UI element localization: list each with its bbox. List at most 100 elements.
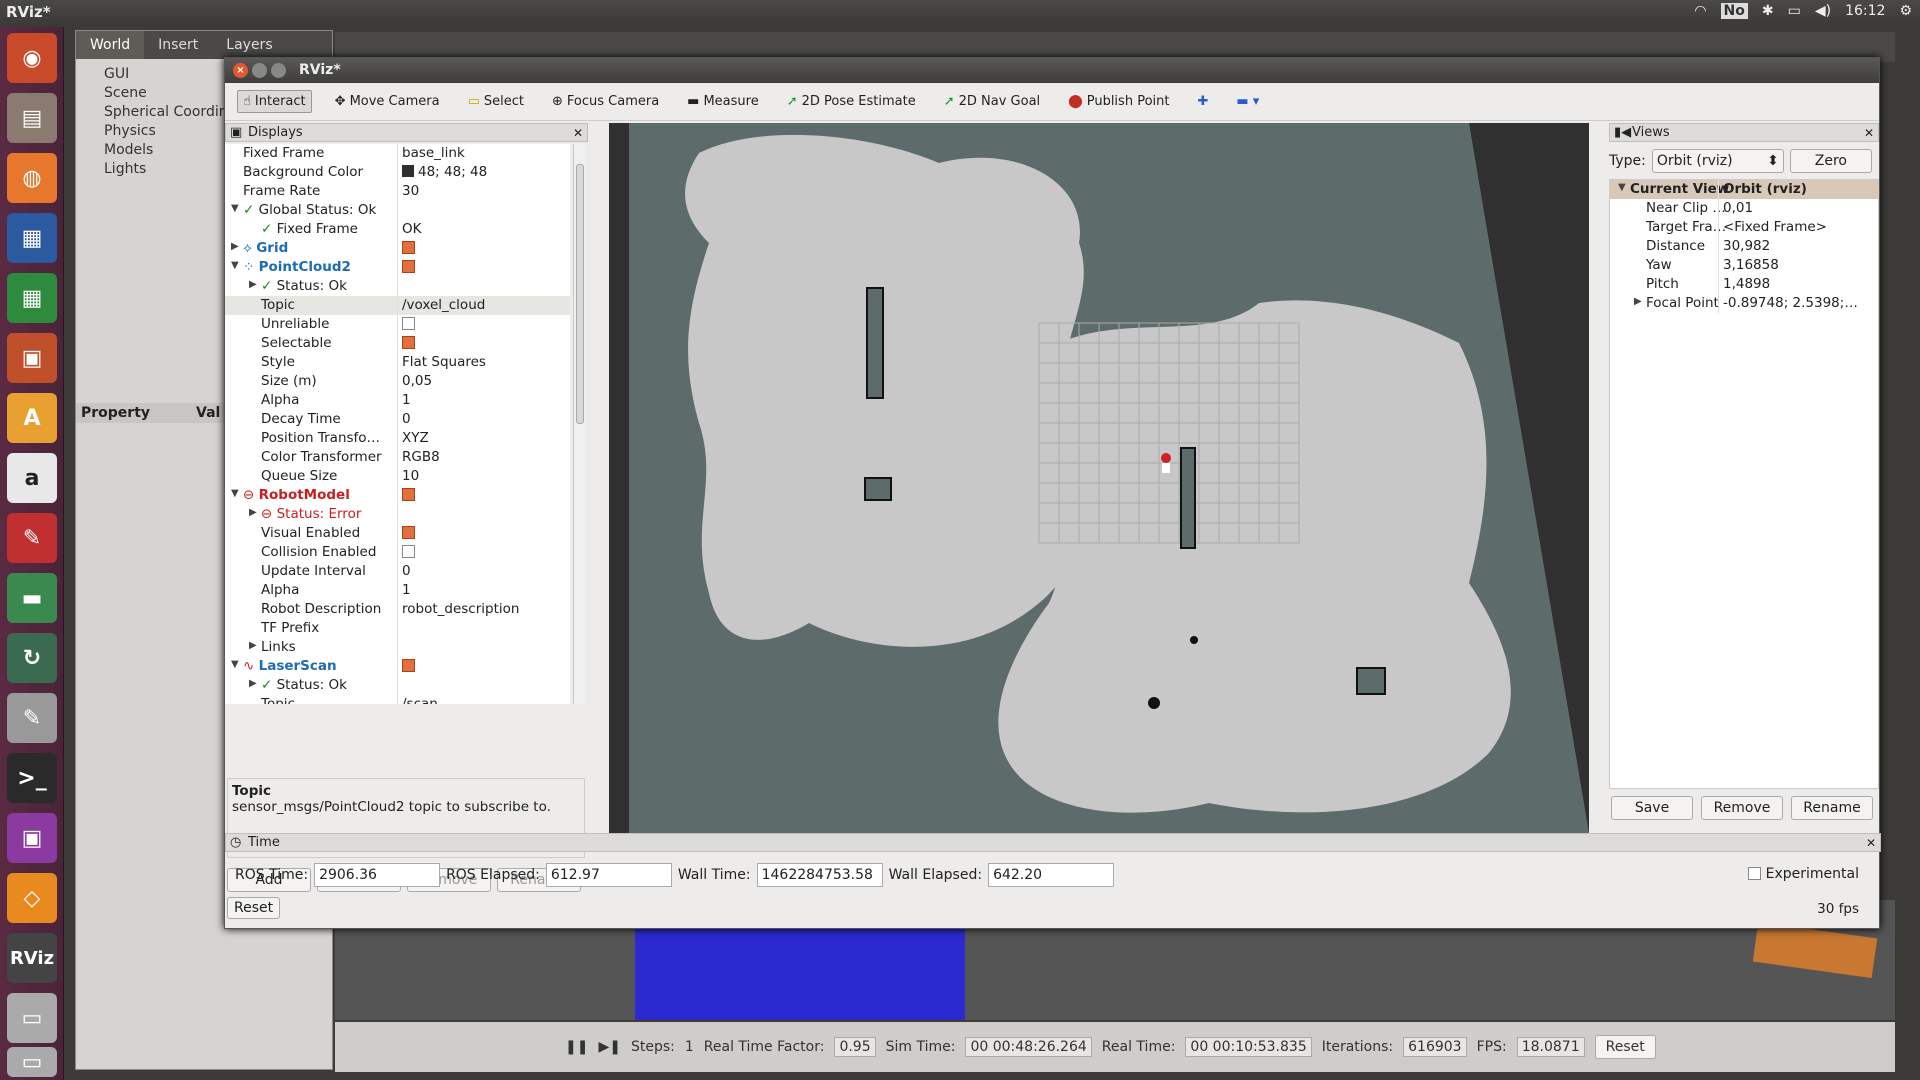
close-icon[interactable]: ✕ bbox=[1866, 836, 1876, 850]
checkbox[interactable] bbox=[402, 659, 415, 672]
checkbox[interactable] bbox=[402, 260, 415, 273]
view-row[interactable]: ▶ Focal Point -0.89748; 2.5398;… bbox=[1610, 294, 1878, 313]
maximize-icon[interactable] bbox=[271, 63, 286, 78]
display-row-value[interactable] bbox=[400, 525, 415, 541]
zero-button[interactable]: Zero bbox=[1789, 149, 1872, 173]
display-row[interactable]: Alpha 1 bbox=[225, 581, 570, 600]
display-row-value[interactable] bbox=[400, 487, 415, 503]
tab-world[interactable]: World bbox=[76, 31, 145, 59]
display-row[interactable]: ▼ ✓ Global Status: Ok bbox=[225, 201, 570, 220]
checkbox[interactable] bbox=[402, 526, 415, 539]
display-row-value[interactable]: 0 bbox=[400, 411, 411, 427]
move-camera-tool[interactable]: ✥ Move Camera bbox=[330, 91, 445, 112]
tab-insert[interactable]: Insert bbox=[144, 31, 212, 59]
view-row-value[interactable]: 1,4898 bbox=[1721, 276, 1770, 292]
updater-icon[interactable]: ↻ bbox=[7, 633, 57, 683]
remove-tool-icon[interactable]: ▬ ▾ bbox=[1231, 91, 1264, 112]
display-row-value[interactable]: XYZ bbox=[400, 430, 429, 446]
display-row[interactable]: Update Interval 0 bbox=[225, 562, 570, 581]
checkbox[interactable] bbox=[402, 545, 415, 558]
experimental-toggle[interactable]: Experimental bbox=[1748, 866, 1859, 882]
view-row-value[interactable]: -0.89748; 2.5398;… bbox=[1721, 295, 1858, 311]
display-row[interactable]: Frame Rate 30 bbox=[225, 182, 570, 201]
network-icon[interactable]: ▣ bbox=[7, 813, 57, 863]
gear-icon[interactable]: ⚙ bbox=[1899, 3, 1912, 19]
display-row-value[interactable] bbox=[400, 335, 415, 351]
view-row[interactable]: Yaw 3,16858 bbox=[1610, 256, 1878, 275]
view-row-value[interactable]: 3,16858 bbox=[1721, 257, 1779, 273]
display-row[interactable]: ▼ ⊖ RobotModel bbox=[225, 486, 570, 505]
rviz-icon[interactable]: RViz bbox=[7, 933, 57, 983]
display-row-value[interactable] bbox=[400, 658, 415, 674]
view-row[interactable]: Pitch 1,4898 bbox=[1610, 275, 1878, 294]
display-row-value[interactable] bbox=[400, 240, 415, 256]
display-row[interactable]: Color Transformer RGB8 bbox=[225, 448, 570, 467]
select-tool[interactable]: ▭ Select bbox=[463, 91, 529, 112]
ros-elapsed-field[interactable]: 612.97 bbox=[545, 863, 672, 887]
checkbox[interactable] bbox=[402, 336, 415, 349]
focus-camera-tool[interactable]: ⊕ Focus Camera bbox=[547, 91, 664, 112]
display-row-value[interactable]: /voxel_cloud bbox=[400, 297, 485, 313]
view-type-select[interactable]: Orbit (rviz) ⬍ bbox=[1651, 149, 1784, 173]
minimize-icon[interactable] bbox=[252, 63, 267, 78]
close-icon[interactable]: × bbox=[233, 63, 248, 78]
collapsed-arrow-icon[interactable]: ▶ bbox=[249, 678, 257, 689]
save-view-button[interactable]: Save bbox=[1611, 796, 1693, 820]
clock[interactable]: 16:12 bbox=[1845, 3, 1885, 19]
battery-icon[interactable]: ▭ bbox=[1788, 3, 1801, 19]
display-row-value[interactable]: 1 bbox=[400, 582, 411, 598]
view-row[interactable]: Target Fra… <Fixed Frame> bbox=[1610, 218, 1878, 237]
wall-time-field[interactable]: 1462284753.58 bbox=[756, 863, 883, 887]
display-row-value[interactable] bbox=[400, 259, 415, 275]
volume-icon[interactable]: ◀) bbox=[1815, 3, 1831, 19]
rename-view-button[interactable]: Rename bbox=[1791, 796, 1873, 820]
display-row[interactable]: ✓ Fixed Frame OK bbox=[225, 220, 570, 239]
display-row[interactable]: Position Transfo… XYZ bbox=[225, 429, 570, 448]
display-row-value[interactable]: robot_description bbox=[400, 601, 519, 617]
expanded-arrow-icon[interactable]: ▼ bbox=[231, 203, 239, 214]
view-row-value[interactable]: 0,01 bbox=[1721, 200, 1753, 216]
close-icon[interactable]: ✕ bbox=[1864, 126, 1874, 140]
display-row[interactable]: ▶ Links bbox=[225, 638, 570, 657]
display-row[interactable]: ▶ ✓ Status: Ok bbox=[225, 676, 570, 695]
display-row[interactable]: Fixed Frame base_link bbox=[225, 144, 570, 163]
view-row[interactable]: Distance 30,982 bbox=[1610, 237, 1878, 256]
expanded-arrow-icon[interactable]: ▼ bbox=[1618, 182, 1626, 193]
display-row[interactable]: Topic/voxel_cloud bbox=[225, 296, 570, 315]
nav-goal-tool[interactable]: ➚ 2D Nav Goal bbox=[939, 91, 1045, 112]
writer-icon[interactable]: ▦ bbox=[7, 213, 57, 263]
interact-tool[interactable]: ☝ Interact bbox=[237, 90, 312, 113]
display-row-value[interactable]: /scan bbox=[400, 696, 438, 704]
collapsed-arrow-icon[interactable]: ▶ bbox=[231, 241, 239, 252]
display-row[interactable]: Selectable bbox=[225, 334, 570, 353]
display-row-value[interactable]: 0,05 bbox=[400, 373, 432, 389]
remove-view-button[interactable]: Remove bbox=[1701, 796, 1783, 820]
checkbox[interactable] bbox=[402, 241, 415, 254]
steps-value[interactable]: 1 bbox=[685, 1039, 694, 1055]
settings-icon[interactable]: ✎ bbox=[7, 513, 57, 563]
3d-viewport[interactable]: ◂ bbox=[609, 123, 1589, 833]
color-swatch[interactable] bbox=[402, 165, 414, 177]
view-row-value[interactable]: <Fixed Frame> bbox=[1721, 219, 1827, 235]
display-row[interactable]: Visual Enabled bbox=[225, 524, 570, 543]
display-row[interactable]: Alpha 1 bbox=[225, 391, 570, 410]
display-row[interactable]: Topic/scan bbox=[225, 695, 570, 704]
files-icon[interactable]: ▤ bbox=[7, 93, 57, 143]
view-row-value[interactable]: 30,982 bbox=[1721, 238, 1770, 254]
terminal-icon[interactable]: >_ bbox=[7, 753, 57, 803]
wall-elapsed-field[interactable]: 642.20 bbox=[988, 863, 1115, 887]
display-row-value[interactable]: 48; 48; 48 bbox=[400, 164, 487, 180]
display-row[interactable]: Size (m) 0,05 bbox=[225, 372, 570, 391]
view-row[interactable]: Near Clip … 0,01 bbox=[1610, 199, 1878, 218]
display-row[interactable]: Background Color 48; 48; 48 bbox=[225, 163, 570, 182]
text-editor-icon[interactable]: ✎ bbox=[7, 693, 57, 743]
wifi-icon[interactable]: ◠ bbox=[1694, 3, 1706, 19]
display-row[interactable]: ▼ ⁘ PointCloud2 bbox=[225, 258, 570, 277]
step-icon[interactable]: ▶❚ bbox=[598, 1039, 621, 1055]
calc-icon[interactable]: ▦ bbox=[7, 273, 57, 323]
collapsed-arrow-icon[interactable]: ▶ bbox=[1634, 296, 1642, 307]
display-row[interactable]: Collision Enabled bbox=[225, 543, 570, 562]
trash-icon[interactable]: ▭ bbox=[7, 1047, 57, 1077]
display-row[interactable]: ▼ ∿ LaserScan bbox=[225, 657, 570, 676]
display-row-value[interactable]: RGB8 bbox=[400, 449, 440, 465]
